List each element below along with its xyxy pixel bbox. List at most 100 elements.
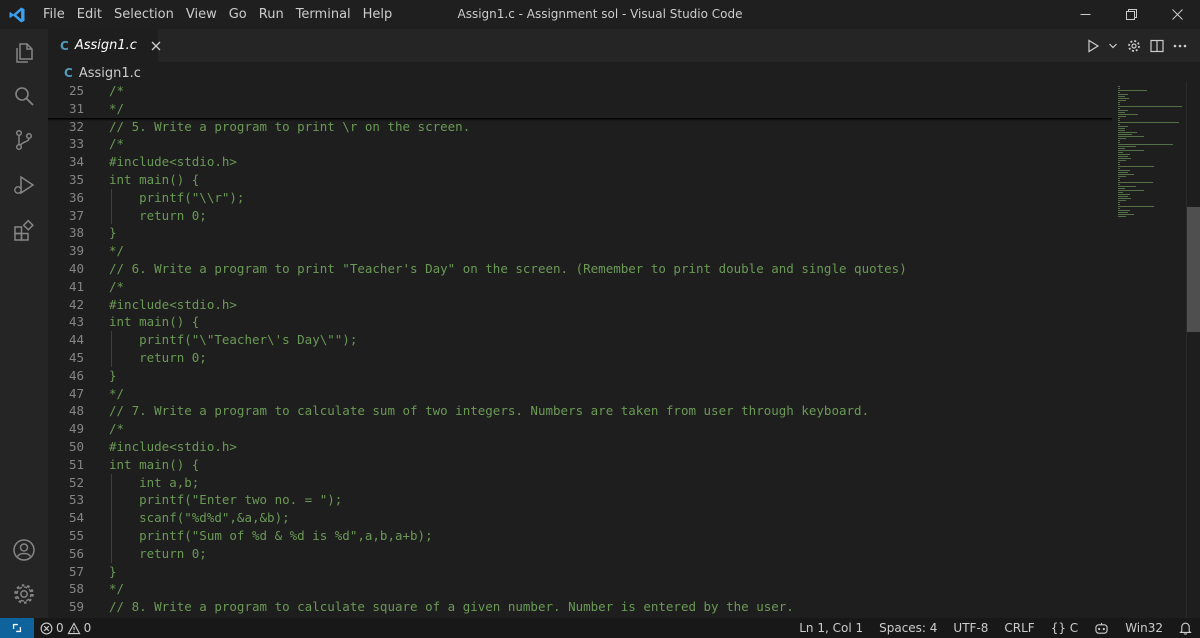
close-icon xyxy=(1171,9,1183,20)
menu-edit[interactable]: Edit xyxy=(71,0,108,29)
line-number: 35 xyxy=(68,172,84,187)
menu-view[interactable]: View xyxy=(180,0,223,29)
line-number: 56 xyxy=(68,545,84,561)
extensions-button[interactable] xyxy=(0,207,48,255)
code-line[interactable]: 25 /* xyxy=(48,82,1108,100)
code-line[interactable]: 45 return 0; xyxy=(48,349,1108,367)
line-number: 40 xyxy=(68,261,84,276)
end-of-line[interactable]: CRLF xyxy=(996,618,1042,638)
run-debug-button[interactable] xyxy=(0,161,48,209)
code-line[interactable]: 44 printf("\"Teacher\'s Day\""); xyxy=(48,331,1108,349)
tab-label: Assign1.c xyxy=(74,38,137,53)
gear-icon xyxy=(1128,39,1140,52)
restore-button[interactable] xyxy=(1108,0,1154,29)
settings-button[interactable] xyxy=(1122,29,1146,62)
code-text: } xyxy=(109,225,117,241)
c-file-icon: C xyxy=(60,38,69,53)
menu-selection[interactable]: Selection xyxy=(108,0,180,29)
code-line[interactable]: 43 int main() { xyxy=(48,313,1108,331)
c-file-icon: C xyxy=(64,66,73,80)
close-icon xyxy=(151,41,161,50)
minimap-line xyxy=(1118,90,1147,92)
code-text: } xyxy=(109,367,117,383)
notifications-button[interactable] xyxy=(1171,618,1200,638)
code-text: */ xyxy=(109,581,125,597)
line-number: 46 xyxy=(68,367,84,383)
cursor-position[interactable]: Ln 1, Col 1 xyxy=(791,618,871,638)
code-line[interactable]: 37 return 0; xyxy=(48,206,1108,225)
code-line[interactable]: 31 */ xyxy=(48,100,1108,118)
minimize-button[interactable] xyxy=(1062,0,1108,29)
remote-button[interactable] xyxy=(0,618,34,638)
menu-bar: File Edit Selection View Go Run Terminal… xyxy=(37,0,398,29)
line-number: 41 xyxy=(68,278,84,294)
code-line[interactable]: 36 printf("\\r"); xyxy=(48,188,1108,207)
code-text: #include<stdio.h> xyxy=(109,439,237,454)
code-line[interactable]: 55 printf("Sum of %d & %d is %d",a,b,a+b… xyxy=(48,527,1108,545)
split-editor-button[interactable] xyxy=(1146,29,1168,62)
code-line[interactable]: 57} xyxy=(48,563,1108,581)
code-line[interactable]: 59 // 8. Write a program to calculate squ… xyxy=(48,598,1108,616)
minimap-line xyxy=(1118,182,1153,184)
code-line[interactable]: 46} xyxy=(48,367,1108,385)
source-control-button[interactable] xyxy=(0,116,48,164)
menu-file[interactable]: File xyxy=(37,0,71,29)
code-line[interactable]: 53 printf("Enter two no. = "); xyxy=(48,491,1108,510)
code-line[interactable]: 54 scanf("%d%d",&a,&b); xyxy=(48,509,1108,527)
problems-indicator[interactable]: 0 0 xyxy=(40,621,91,635)
source-control-icon xyxy=(15,129,33,151)
code-line[interactable]: 47 */ xyxy=(48,385,1108,403)
line-number: 54 xyxy=(68,510,84,526)
minimap-line xyxy=(1118,216,1127,218)
copilot-button[interactable] xyxy=(1086,618,1117,638)
more-actions-button[interactable] xyxy=(1168,29,1192,62)
indentation[interactable]: Spaces: 4 xyxy=(871,618,945,638)
line-number: 31 xyxy=(68,100,84,116)
close-window-button[interactable] xyxy=(1154,0,1200,29)
minimap[interactable] xyxy=(1112,82,1186,618)
code-line[interactable]: 48 // 7. Write a program to calculate sum… xyxy=(48,402,1108,420)
window-controls xyxy=(1062,0,1200,29)
menu-terminal[interactable]: Terminal xyxy=(290,0,357,29)
search-button[interactable] xyxy=(0,72,48,120)
code-line[interactable]: 56 return 0; xyxy=(48,544,1108,563)
code-line[interactable]: 42 #include<stdio.h> xyxy=(48,296,1108,314)
code-line[interactable]: 40 // 6. Write a program to print "Teache… xyxy=(48,260,1108,278)
code-line[interactable]: 38} xyxy=(48,224,1108,242)
tab-assign1-c[interactable]: C Assign1.c xyxy=(48,29,161,62)
menu-help[interactable]: Help xyxy=(357,0,399,29)
code-line[interactable]: 51 int main() { xyxy=(48,456,1108,474)
run-file-button[interactable] xyxy=(1082,29,1104,62)
code-line[interactable]: 33 /* xyxy=(48,135,1108,153)
accounts-button[interactable] xyxy=(0,526,48,574)
explorer-button[interactable] xyxy=(0,29,48,77)
code-line[interactable]: 34 #include<stdio.h> xyxy=(48,153,1108,171)
breadcrumb-file[interactable]: Assign1.c xyxy=(79,66,141,81)
vertical-scrollbar[interactable] xyxy=(1186,82,1200,618)
scrollbar-thumb[interactable] xyxy=(1187,207,1200,332)
code-line[interactable]: 35 int main() { xyxy=(48,171,1108,189)
warning-icon xyxy=(67,621,81,634)
code-text: int main() { xyxy=(109,456,200,472)
code-text: } xyxy=(109,563,117,579)
code-line[interactable]: 41 /* xyxy=(48,278,1108,296)
tab-close-button[interactable] xyxy=(150,40,162,52)
code-text: int a,b; xyxy=(109,474,200,490)
menu-run[interactable]: Run xyxy=(253,0,290,29)
manage-button[interactable] xyxy=(0,570,48,618)
code-line[interactable]: 39 */ xyxy=(48,242,1108,260)
code-text: /* xyxy=(109,421,125,437)
code-editor[interactable]: 25/* 31 */32// 5. Write a program to print… xyxy=(48,82,1200,618)
code-line[interactable]: 58 */ xyxy=(48,580,1108,598)
menu-go[interactable]: Go xyxy=(223,0,253,29)
platform[interactable]: Win32 xyxy=(1117,618,1171,638)
encoding[interactable]: UTF-8 xyxy=(945,618,996,638)
run-options-dropdown[interactable] xyxy=(1104,29,1122,62)
code-line[interactable]: 52 int a,b; xyxy=(48,473,1108,492)
code-line[interactable]: 49 /* xyxy=(48,420,1108,438)
error-count: 0 xyxy=(56,621,64,635)
language-mode[interactable]: {} C xyxy=(1043,618,1086,638)
line-number: 59 xyxy=(68,599,84,615)
code-line[interactable]: 50 #include<stdio.h> xyxy=(48,438,1108,456)
ellipsis-icon xyxy=(1173,44,1187,47)
